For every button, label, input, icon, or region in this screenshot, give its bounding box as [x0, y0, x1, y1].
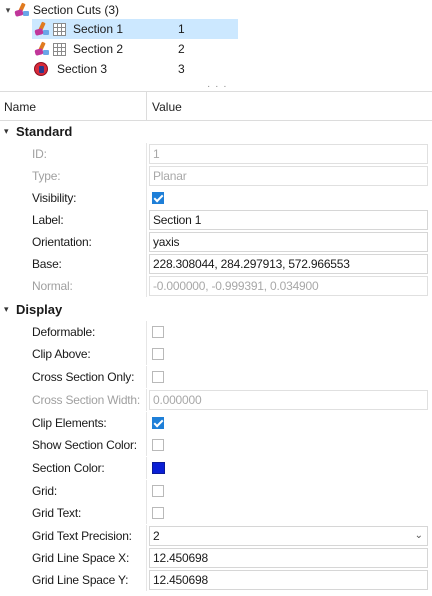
property-label: Grid Line Space Y: [32, 573, 129, 587]
show-section-color-checkbox[interactable] [152, 439, 164, 451]
tree-item-section-cuts[interactable]: ▾ Section Cuts (3) [2, 0, 302, 20]
normal-field: -0.000000, -0.999391, 0.034900 [149, 276, 428, 296]
property-row-deformable: Deformable: [0, 321, 432, 343]
label-field[interactable]: Section 1 [149, 210, 428, 230]
tree-item-label: Section 2 [73, 42, 124, 56]
section-color-swatch[interactable] [152, 462, 165, 474]
property-row-clip-above: Clip Above: [0, 343, 432, 365]
property-row-label: Label: Section 1 [0, 209, 432, 231]
property-label: Orientation: [32, 235, 92, 249]
property-label: Cross Section Width: [32, 393, 141, 407]
property-label: Normal: [32, 279, 73, 293]
property-row-grid-line-space-x: Grid Line Space X: 12.450698 [0, 547, 432, 569]
tree-item-section-3[interactable]: Section 3 3 [32, 59, 238, 79]
grid-line-space-y-field[interactable]: 12.450698 [149, 570, 428, 590]
property-row-cross-section-width: Cross Section Width: 0.000000 [0, 389, 432, 411]
section-circle-icon [34, 62, 48, 76]
section-cuts-tree: ▾ Section Cuts (3) Section 1 1 Section 2… [0, 0, 432, 92]
property-row-grid-text: Grid Text: [0, 502, 432, 524]
grid-text-precision-select[interactable]: 2 ⌄ [149, 526, 428, 546]
tree-item-label: Section 3 [57, 62, 108, 76]
property-label: Grid Line Space X: [32, 551, 130, 565]
category-title: Display [16, 302, 63, 317]
property-label: Grid Text: [32, 506, 82, 520]
property-label: Type: [32, 169, 61, 183]
property-label: Section Color: [32, 461, 105, 475]
visibility-checkbox[interactable] [152, 192, 164, 204]
property-label: Base: [32, 257, 62, 271]
property-label: Label: [32, 213, 64, 227]
tree-item-id: 2 [178, 42, 185, 56]
property-label: Deformable: [32, 325, 96, 339]
property-row-normal: Normal: -0.000000, -0.999391, 0.034900 [0, 275, 432, 297]
property-row-show-section-color: Show Section Color: [0, 434, 432, 456]
id-field: 1 [149, 144, 428, 164]
deformable-checkbox[interactable] [152, 326, 164, 338]
property-row-clip-elements: Clip Elements: [0, 412, 432, 434]
property-row-id: ID: 1 [0, 143, 432, 165]
chevron-down-icon[interactable]: ▾ [4, 304, 9, 315]
property-row-type: Type: Planar [0, 165, 432, 187]
property-label: Clip Above: [32, 347, 91, 361]
value-column-header[interactable]: Value [152, 100, 182, 114]
section-cut-icon [34, 21, 50, 37]
property-row-grid-line-space-y: Grid Line Space Y: 12.450698 [0, 569, 432, 591]
tree-item-label: Section Cuts (3) [33, 3, 120, 17]
grid-icon [53, 42, 66, 56]
property-label: Clip Elements: [32, 416, 107, 430]
chevron-down-icon[interactable]: ⌄ [415, 530, 423, 541]
property-row-cross-section-only: Cross Section Only: [0, 366, 432, 388]
property-row-grid-text-precision: Grid Text Precision: 2 ⌄ [0, 525, 432, 547]
grid-line-space-x-field[interactable]: 12.450698 [149, 548, 428, 568]
property-label: Visibility: [32, 191, 77, 205]
grid-checkbox[interactable] [152, 485, 164, 497]
cross-section-only-checkbox[interactable] [152, 371, 164, 383]
category-display[interactable]: ▾ Display [0, 299, 432, 321]
tree-item-id: 3 [178, 62, 185, 76]
property-grid-header: Name Value [0, 91, 432, 121]
chevron-down-icon[interactable]: ▾ [4, 126, 9, 137]
chevron-down-icon[interactable]: ▾ [2, 5, 14, 16]
property-label: Cross Section Only: [32, 370, 135, 384]
grid-icon [53, 22, 66, 36]
category-title: Standard [16, 124, 73, 139]
clip-elements-checkbox[interactable] [152, 417, 164, 429]
property-label: Show Section Color: [32, 438, 137, 452]
property-label: ID: [32, 147, 47, 161]
type-field: Planar [149, 166, 428, 186]
tree-item-section-2[interactable]: Section 2 2 [32, 39, 238, 59]
column-divider[interactable] [146, 92, 147, 121]
section-cut-icon [34, 41, 50, 57]
tree-item-section-1[interactable]: Section 1 1 [32, 19, 238, 39]
base-field[interactable]: 228.308044, 284.297913, 572.966553 [149, 254, 428, 274]
category-standard[interactable]: ▾ Standard [0, 121, 432, 143]
cross-section-width-field: 0.000000 [149, 390, 428, 410]
tree-item-id: 1 [178, 22, 185, 36]
select-value: 2 [153, 529, 160, 543]
property-row-orientation: Orientation: yaxis [0, 231, 432, 253]
property-label: Grid Text Precision: [32, 529, 132, 543]
property-row-grid: Grid: [0, 480, 432, 502]
property-row-section-color: Section Color: [0, 457, 432, 479]
property-row-visibility: Visibility: [0, 187, 432, 209]
property-row-base: Base: 228.308044, 284.297913, 572.966553 [0, 253, 432, 275]
section-cut-icon [14, 2, 30, 18]
name-column-header[interactable]: Name [4, 100, 36, 114]
property-label: Grid: [32, 484, 58, 498]
tree-item-label: Section 1 [73, 22, 124, 36]
orientation-field[interactable]: yaxis [149, 232, 428, 252]
grid-text-checkbox[interactable] [152, 507, 164, 519]
clip-above-checkbox[interactable] [152, 348, 164, 360]
